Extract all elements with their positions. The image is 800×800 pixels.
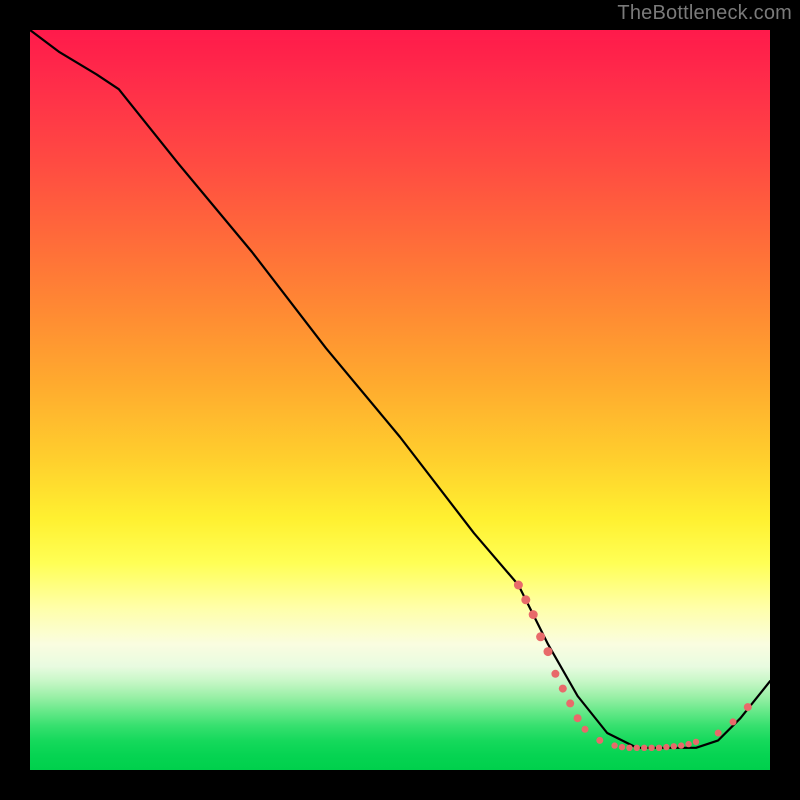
chart-marker <box>559 685 567 693</box>
chart-marker <box>715 730 722 737</box>
chart-marker <box>582 726 589 733</box>
chart-marker <box>596 737 603 744</box>
chart-marker <box>634 745 640 751</box>
chart-marker <box>648 745 654 751</box>
chart-marker <box>641 745 647 751</box>
chart-svg <box>30 30 770 770</box>
chart-marker <box>693 739 699 745</box>
chart-marker <box>514 581 523 590</box>
chart-marker <box>656 745 662 751</box>
chart-markers <box>514 581 752 752</box>
chart-stage: TheBottleneck.com <box>0 0 800 800</box>
chart-marker <box>536 632 545 641</box>
chart-marker <box>744 703 752 711</box>
chart-marker <box>619 744 625 750</box>
watermark-text: TheBottleneck.com <box>617 2 792 25</box>
chart-marker <box>663 744 669 750</box>
chart-marker <box>678 742 684 748</box>
chart-marker <box>685 741 691 747</box>
chart-marker <box>730 718 737 725</box>
chart-marker <box>551 670 559 678</box>
chart-marker <box>611 742 617 748</box>
chart-plot-area <box>30 30 770 770</box>
chart-marker <box>521 595 530 604</box>
chart-marker <box>529 610 538 619</box>
chart-marker <box>671 743 677 749</box>
chart-marker <box>544 647 553 656</box>
chart-marker <box>626 745 632 751</box>
chart-marker <box>574 714 582 722</box>
chart-marker <box>566 699 574 707</box>
chart-line <box>30 30 770 748</box>
